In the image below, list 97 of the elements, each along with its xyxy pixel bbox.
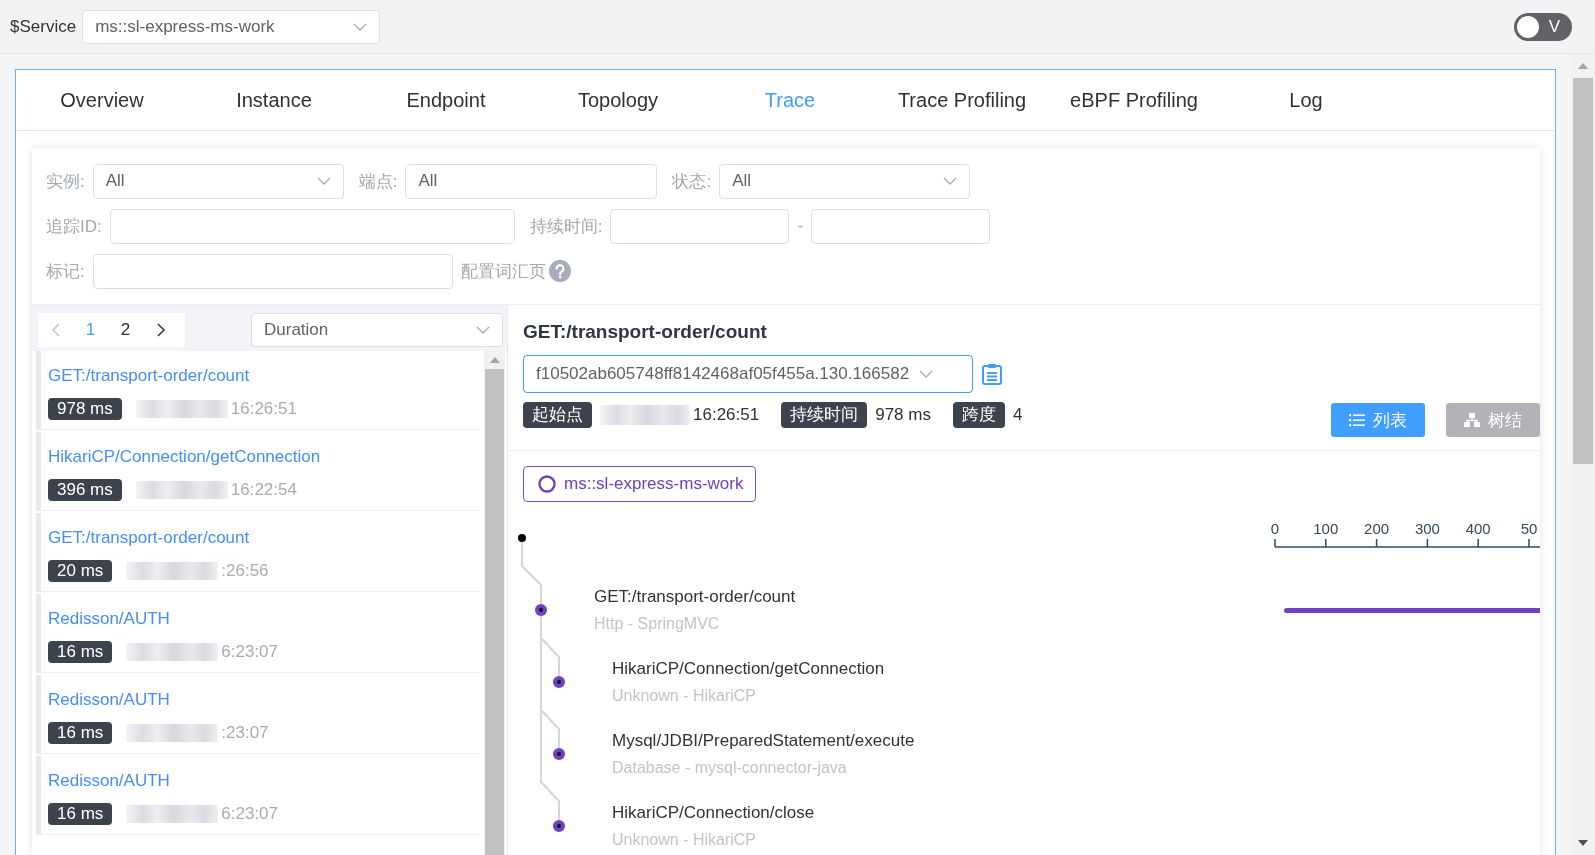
max-duration-field[interactable]: [811, 208, 991, 244]
service-label: $Service: [10, 16, 77, 37]
axis-tick-label: 100: [1313, 520, 1339, 537]
trace-list-item[interactable]: GET:/transport-order/count 978 ms 16:26:51: [36, 351, 480, 430]
duration-badge: 16 ms: [48, 722, 113, 744]
scroll-up-arrow-icon[interactable]: [489, 357, 500, 363]
trace-list-item[interactable]: HikariCP/Connection/getConnection 396 ms 16:22:54: [36, 432, 480, 511]
duration-badge: 16 ms: [48, 641, 113, 663]
trace-start-time: 16:22:54: [230, 480, 297, 500]
trace-endpoint: GET:/transport-order/count: [48, 365, 251, 387]
tab[interactable]: Overview: [16, 70, 188, 130]
chevron-down-icon: [316, 177, 331, 185]
switch-knob-icon: [1517, 15, 1539, 38]
meta-value: 978 ms: [875, 405, 931, 425]
span-node-icon[interactable]: [553, 748, 565, 760]
tab[interactable]: Trace Profiling: [876, 70, 1048, 130]
duration-badge: 16 ms: [48, 803, 113, 825]
trace-start-time: :23:07: [221, 723, 269, 743]
filter-label: 状态:: [672, 170, 712, 193]
span-component: Unknown - HikariCP: [612, 686, 758, 706]
tab[interactable]: Endpoint: [360, 70, 532, 130]
trace-start-time: 6:23:07: [221, 642, 279, 662]
axis-tick-label: 200: [1364, 520, 1390, 537]
help-icon[interactable]: [548, 260, 571, 282]
trace-endpoint: Redisson/AUTH: [48, 770, 171, 792]
span-component: Database - mysql-connector-java: [612, 758, 848, 778]
trace-endpoint: GET:/transport-order/count: [48, 527, 251, 549]
chevron-right-icon[interactable]: [156, 323, 165, 337]
span-duration-bar[interactable]: [1284, 607, 1540, 613]
trace-endpoint: HikariCP/Connection/getConnection: [48, 446, 322, 468]
tree-connector-line: [521, 541, 542, 605]
meta-value: 16:26:51: [693, 405, 760, 425]
sitemap-icon: [1464, 413, 1480, 427]
chevron-down-icon: [919, 370, 934, 378]
filter-label: 实例:: [46, 170, 85, 193]
span-endpoint: Mysql/JDBI/PreparedStatement/execute: [612, 730, 915, 752]
sort-select[interactable]: Duration: [251, 313, 503, 347]
trace-list-item[interactable]: Redisson/AUTH 16 ms :23:07: [36, 675, 480, 754]
axis-tick-label: 50: [1520, 520, 1538, 537]
tab[interactable]: Instance: [188, 70, 360, 130]
span-node-icon[interactable]: [553, 820, 565, 832]
trace-start-time: 16:26:51: [230, 399, 297, 419]
meta-label-badge: 起始点: [523, 402, 592, 428]
tab[interactable]: Topology: [532, 70, 704, 130]
service-name: ms::sl-express-ms-work: [564, 474, 744, 494]
trace-list-item[interactable]: Redisson/AUTH 16 ms 6:23:07: [36, 756, 480, 835]
trace-id-select[interactable]: f10502ab605748ff8142468af05f455a.130.166582: [523, 355, 973, 393]
trace-start-time: :26:56: [221, 561, 269, 581]
trace-id-field[interactable]: [109, 208, 515, 244]
duration-badge: 396 ms: [48, 479, 122, 501]
trace-list-item[interactable]: Redisson/AUTH 16 ms 6:23:07: [36, 594, 480, 673]
span-component: Unknown - HikariCP: [612, 830, 758, 850]
page-scrollbar[interactable]: [1571, 54, 1595, 855]
tab[interactable]: Log: [1220, 70, 1392, 130]
span-node-icon[interactable]: [535, 604, 547, 616]
trace-endpoint: Redisson/AUTH: [48, 608, 171, 630]
root-node-icon: [518, 534, 526, 542]
service-select[interactable]: ms::sl-express-ms-work: [82, 9, 381, 44]
scroll-down-arrow-icon[interactable]: [1578, 840, 1588, 846]
span-endpoint: HikariCP/Connection/close: [612, 802, 815, 824]
meta-value: 4: [1012, 405, 1023, 425]
span-endpoint: HikariCP/Connection/getConnection: [612, 658, 885, 680]
axis-tick-label: 300: [1414, 520, 1440, 537]
chevron-down-icon: [353, 22, 368, 31]
tags-field[interactable]: [92, 253, 453, 289]
filter-label: 标记:: [46, 260, 85, 283]
trace-endpoint: Redisson/AUTH: [48, 689, 171, 711]
chevron-down-icon: [943, 177, 958, 185]
axis-tick-label: 0: [1270, 520, 1280, 537]
span-node-icon[interactable]: [553, 676, 565, 688]
chevron-down-icon: [476, 326, 490, 334]
filter-label: 追踪ID:: [46, 215, 102, 238]
scrollbar-thumb[interactable]: [1573, 78, 1593, 464]
status-select[interactable]: All: [719, 163, 971, 199]
ring-icon: [538, 475, 556, 493]
trace-title: GET:/transport-order/count: [523, 320, 768, 344]
clipboard-icon[interactable]: [981, 363, 1003, 385]
axis-tick-label: 400: [1465, 520, 1491, 537]
tab[interactable]: eBPF Profiling: [1048, 70, 1220, 130]
filter-label: 持续时间:: [529, 215, 603, 238]
list-icon: [1349, 413, 1365, 427]
page-number[interactable]: 2: [108, 313, 143, 347]
range-separator: -: [797, 216, 804, 236]
instance-select[interactable]: All: [92, 163, 344, 199]
meta-label-badge: 持续时间: [781, 402, 868, 428]
min-duration-field[interactable]: [610, 208, 790, 244]
trace-start-time: 6:23:07: [221, 804, 279, 824]
toggle-switch[interactable]: V: [1514, 12, 1572, 41]
filter-label: 端点:: [358, 170, 398, 193]
meta-label-badge: 跨度: [952, 402, 1005, 428]
scroll-up-arrow-icon[interactable]: [1578, 63, 1588, 69]
span-endpoint: GET:/transport-order/count: [594, 586, 796, 608]
duration-badge: 978 ms: [48, 398, 122, 420]
span-component: Http - SpringMVC: [594, 614, 721, 634]
trace-list-item[interactable]: GET:/transport-order/count 20 ms :26:56: [36, 513, 480, 592]
duration-badge: 20 ms: [48, 560, 113, 582]
endpoint-field[interactable]: All: [405, 163, 658, 199]
